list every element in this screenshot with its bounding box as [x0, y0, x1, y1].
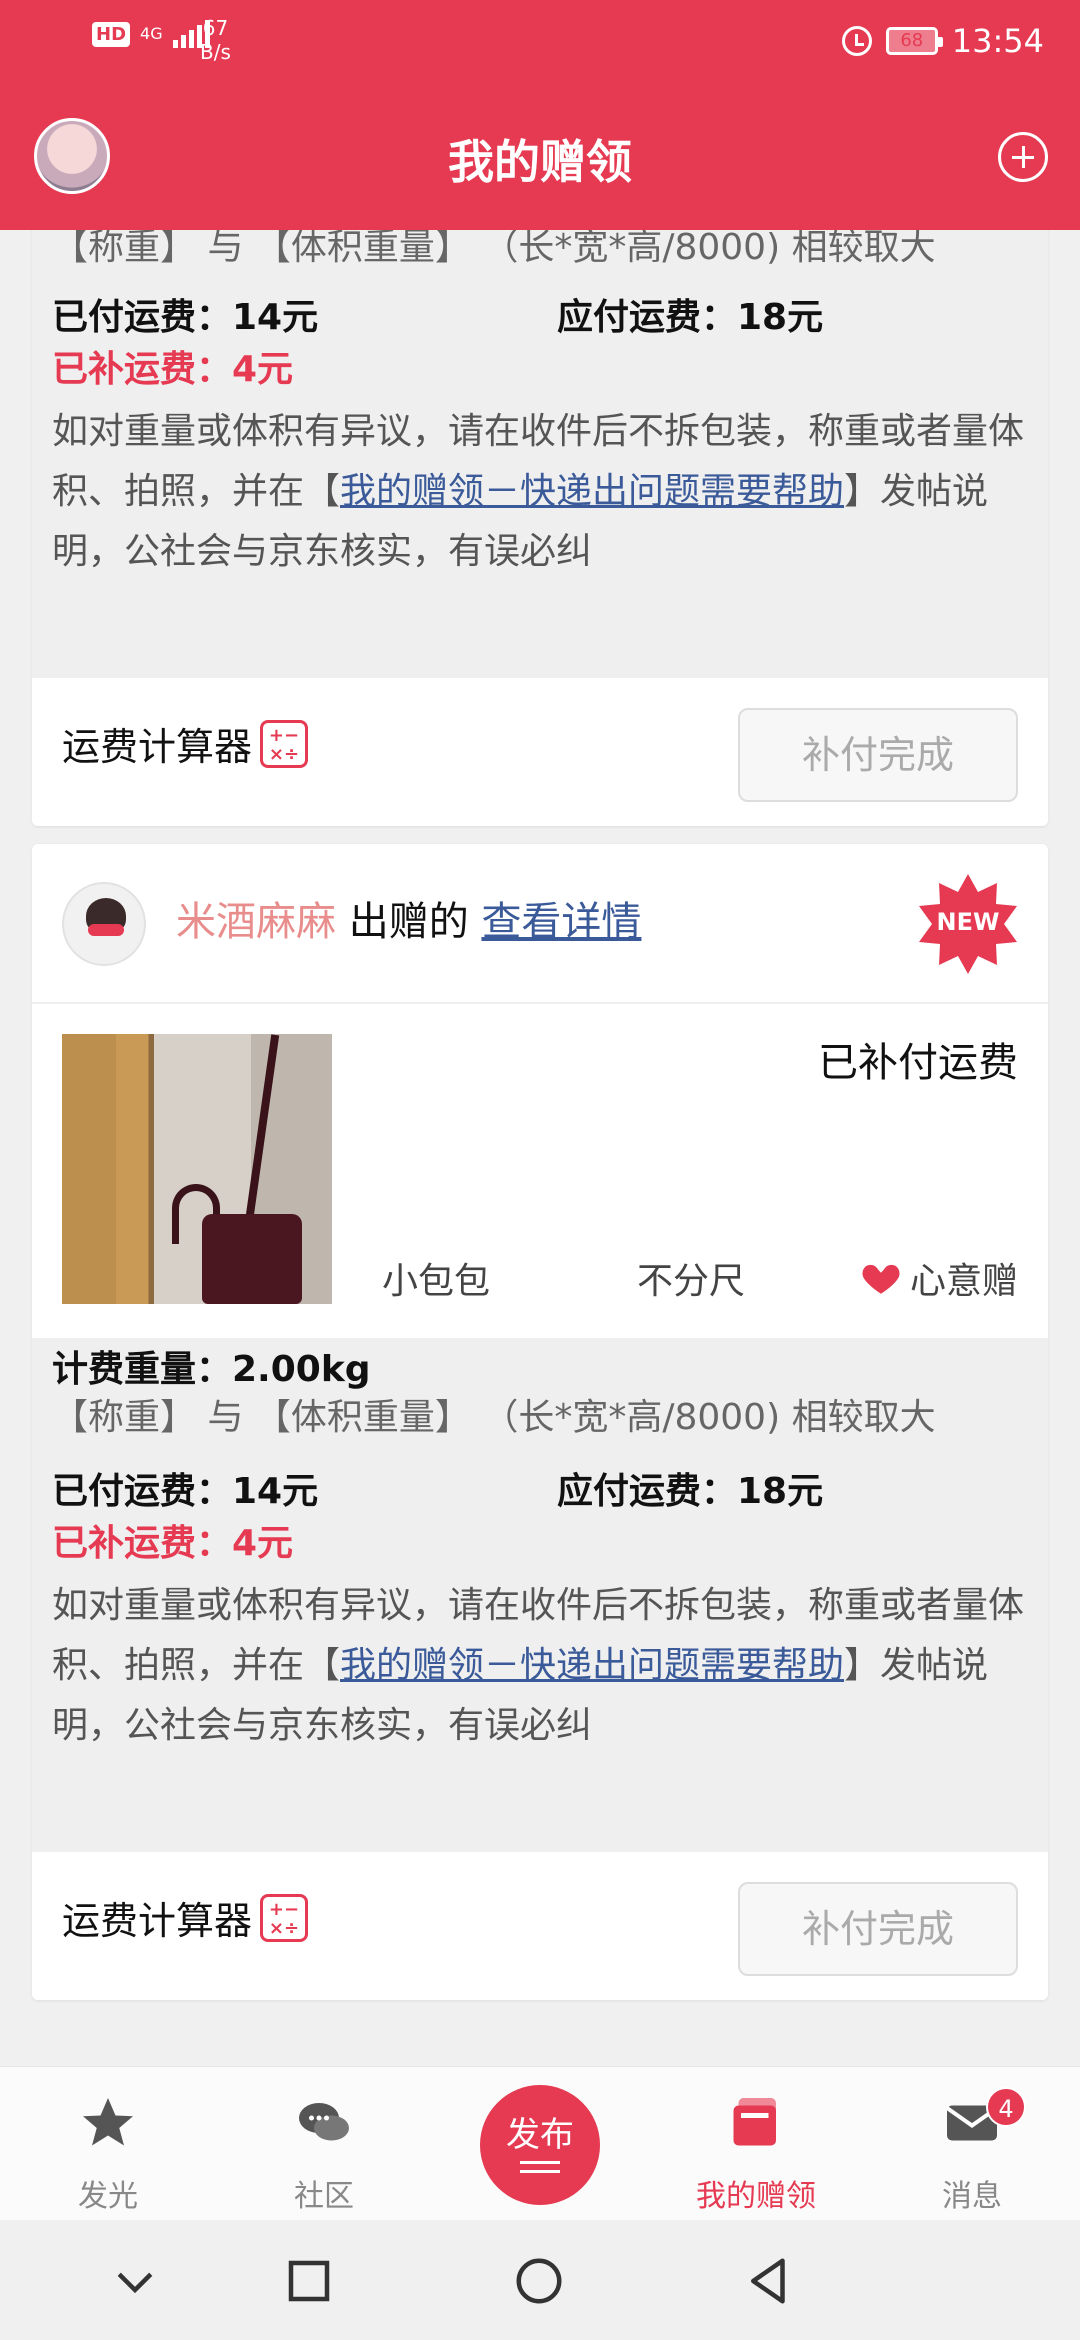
page-title: 我的赠领: [448, 135, 632, 189]
gift-item[interactable]: 已补付运费 小包包 不分尺 心意赠: [32, 1004, 1048, 1338]
freight-calculator-button[interactable]: 运费计算器 +− ×÷: [62, 1890, 309, 1945]
cards-icon: [733, 2098, 776, 2146]
weight-rule: 【称重】 与 【体积重量】 （长*宽*高/8000) 相较取大: [52, 230, 936, 268]
publish-button[interactable]: 发布: [480, 2085, 600, 2205]
new-badge: NEW: [918, 874, 1018, 974]
calculator-icon: +− ×÷: [260, 719, 309, 768]
battery-icon: 68: [885, 27, 943, 55]
calculator-label: 运费计算器: [62, 725, 253, 769]
item-size: 不分尺: [637, 1261, 746, 1302]
freight-calculator-button[interactable]: 运费计算器 +− ×÷: [62, 716, 309, 771]
battery-level: 68: [900, 30, 924, 51]
view-details-link[interactable]: 查看详情: [481, 899, 641, 945]
shipping-status: 已补付运费: [818, 1040, 1018, 1086]
weight-rule: 【称重】 与 【体积重量】 （长*宽*高/8000) 相较取大: [52, 1397, 936, 1438]
calculator-icon: +− ×÷: [260, 1893, 309, 1942]
paid-fee: 已付运费：14元: [52, 297, 319, 338]
gift-type: 心意赠: [860, 1252, 1018, 1304]
publish-icon: [520, 2161, 560, 2173]
tab-my-gifts[interactable]: 我的赠领: [648, 2067, 864, 2221]
tab-messages[interactable]: 4 消息: [864, 2067, 1080, 2221]
notice-text: 如对重量或体积有异议，请在收件后不拆包装，称重或者量体积、拍照，并在【我的赠领－…: [52, 1585, 1025, 1746]
supplement-done-button[interactable]: 补付完成: [738, 708, 1018, 802]
gift-card: 米酒麻麻 出赠的 查看详情 NEW 已补付运费 小包包 不分尺 心意赠 计费重量…: [32, 844, 1048, 2000]
chevron-down-icon[interactable]: [108, 2254, 162, 2308]
top-bar: HD 4G 67 B/s 68 13:54 我的赠领: [0, 0, 1080, 230]
recent-apps-icon[interactable]: [282, 2254, 336, 2308]
giver-name[interactable]: 米酒麻麻: [176, 899, 336, 945]
unread-badge: 4: [986, 2087, 1026, 2127]
help-link[interactable]: 我的赠领－快递出问题需要帮助: [340, 1645, 844, 1686]
giver-avatar[interactable]: [62, 882, 146, 966]
gift-card: 【称重】 与 【体积重量】 （长*宽*高/8000) 相较取大 已付运费：14元…: [32, 230, 1048, 826]
supplement-fee: 已补运费：4元: [52, 1523, 294, 1564]
status-bar: HD 4G 67 B/s 68 13:54: [0, 0, 1080, 86]
bottom-tab-bar: 发光 社区 发布 我的赠领 4 消息: [0, 2066, 1080, 2220]
item-name: 小包包: [382, 1261, 491, 1302]
due-fee: 应付运费：18元: [557, 1471, 824, 1512]
billing-weight: 计费重量：2.00kg: [52, 1349, 371, 1390]
supplement-fee: 已补运费：4元: [52, 349, 294, 390]
network-speed: 67 B/s: [200, 16, 231, 64]
paid-fee: 已付运费：14元: [52, 1471, 319, 1512]
star-icon: [83, 2098, 133, 2146]
help-link[interactable]: 我的赠领－快递出问题需要帮助: [340, 471, 844, 512]
item-photo[interactable]: [62, 1034, 332, 1304]
hd-icon: HD: [92, 21, 131, 47]
due-fee: 应付运费：18元: [557, 297, 824, 338]
tab-community[interactable]: 社区: [216, 2067, 432, 2221]
heart-icon: [862, 1264, 900, 1294]
notice-text: 如对重量或体积有异议，请在收件后不拆包装，称重或者量体积、拍照，并在【我的赠领－…: [52, 411, 1025, 572]
supplement-done-button[interactable]: 补付完成: [738, 1882, 1018, 1976]
alarm-icon: [841, 26, 872, 56]
giver-suffix: 出赠的: [348, 899, 469, 945]
system-nav-bar: [0, 2220, 1080, 2340]
chat-bubbles-icon: [299, 2103, 349, 2141]
home-icon[interactable]: [512, 2254, 566, 2308]
tab-glow[interactable]: 发光: [0, 2067, 216, 2221]
calculator-label: 运费计算器: [62, 1899, 253, 1943]
plus-circle-icon[interactable]: [998, 132, 1048, 182]
clock: 13:54: [951, 22, 1044, 60]
content-scroll[interactable]: 【称重】 与 【体积重量】 （长*宽*高/8000) 相较取大 已付运费：14元…: [0, 230, 1080, 2066]
back-icon[interactable]: [742, 2254, 796, 2308]
network-type: 4G: [140, 24, 163, 43]
card-header: 米酒麻麻 出赠的 查看详情 NEW: [32, 844, 1048, 1004]
